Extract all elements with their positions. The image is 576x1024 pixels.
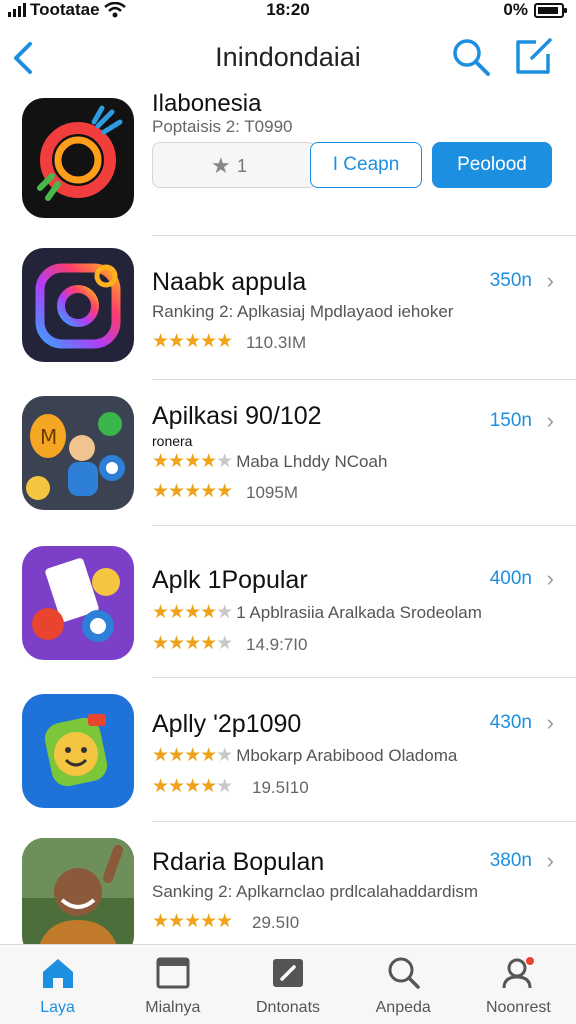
chevron-right-icon: › [546, 566, 554, 591]
smiley-character-icon [44, 714, 108, 787]
chevron-right-icon: › [546, 268, 554, 293]
rating-text: Mbokarp Arabibood Oladoma [236, 746, 458, 765]
app-price[interactable]: 380n [490, 850, 532, 872]
chevron-right-icon: › [546, 710, 554, 735]
app-name: Rdaria Bopulan [152, 848, 325, 876]
compose-icon[interactable] [512, 34, 556, 78]
list-item[interactable]: Aplly '2p1090 ★★★★★ Mbokarp Arabibood Ola… [0, 678, 576, 822]
rating-text: Maba Lhddy NCoah [236, 452, 388, 471]
app-icon [22, 838, 134, 944]
person-photo-icon [22, 838, 134, 944]
featured-app-icon[interactable] [22, 98, 134, 218]
tab-mialnya[interactable]: Mialnya [115, 945, 230, 1024]
download-button[interactable]: Peolood [432, 142, 552, 188]
tab-label: Mialnya [145, 999, 201, 1016]
chevron-right-icon: › [546, 408, 554, 433]
app-price[interactable]: 400n [490, 568, 532, 590]
rating-box[interactable]: ★ 1 [152, 142, 316, 188]
page-title: Inindondaiai [215, 42, 361, 72]
window-icon [156, 957, 190, 989]
rating-stars: ★★★★★ Maba Lhddy NCoah [152, 451, 388, 472]
home-icon [42, 959, 73, 988]
ring-logo-icon [37, 105, 123, 201]
person-icon [502, 957, 535, 989]
app-price[interactable]: 350n [490, 270, 532, 292]
tab-bar: Laya Mialnya Dntonats Anpeda Noonrest [0, 944, 576, 1024]
app-icon: M [22, 396, 134, 510]
app-subtitle: Ranking 2: Aplkasiaj Mpdlayaod iehoker [152, 302, 454, 321]
rating-stars: ★★★★★ [152, 481, 233, 502]
status-time: 18:20 [266, 0, 310, 19]
app-size: 1095M [246, 483, 298, 502]
battery-percent: 0% [503, 0, 528, 19]
chevron-right-icon: › [546, 848, 554, 873]
back-chevron-icon[interactable] [8, 38, 38, 78]
app-name: Apilkasi 90/102 [152, 402, 322, 430]
search-icon [388, 957, 420, 989]
rating-stars: ★★★★★ 1 Apblrasiia Aralkada Srodeolam [152, 602, 482, 623]
camera-logo-icon [35, 263, 121, 349]
app-size: 110.3IM [246, 333, 307, 352]
search-icon[interactable] [450, 36, 492, 78]
app-size: 19.5I10 [252, 778, 309, 797]
tab-laya[interactable]: Laya [0, 945, 115, 1024]
emoji-cards-icon [32, 558, 120, 642]
tab-label: Dntonats [255, 999, 321, 1016]
rating-stars: ★★★★★ [152, 776, 233, 797]
app-name: Aplly '2p1090 [152, 710, 302, 738]
tab-label: Laya [40, 999, 75, 1016]
rating-value: 1 [237, 156, 248, 176]
tab-label: Anpeda [375, 999, 431, 1016]
svg-text:M: M [40, 425, 57, 449]
tab-label: Noonrest [485, 999, 551, 1016]
list-item[interactable]: Rdaria Bopulan Sanking 2: Aplkarnclao pr… [0, 822, 576, 944]
navigation-bar: Inindondaiai [0, 30, 576, 86]
pencil-square-icon [273, 959, 303, 987]
app-subtitle: Sanking 2: Aplkarnclao prdlcalahaddardis… [152, 882, 479, 901]
chat-people-icon: M [26, 412, 125, 500]
tab-anpeda[interactable]: Anpeda [346, 945, 461, 1024]
rating-stars: ★★★★★ [152, 331, 233, 352]
star-icon: ★ [211, 153, 231, 178]
app-icon [22, 546, 134, 660]
app-icon [22, 694, 134, 808]
notification-dot [526, 957, 535, 965]
app-size: 29.5I0 [252, 913, 300, 932]
rating-text: 1 Apblrasiia Aralkada Srodeolam [236, 603, 482, 622]
app-icon [22, 248, 134, 362]
status-right: 0% [503, 0, 567, 20]
tab-dntonats[interactable]: Dntonats [230, 945, 345, 1024]
rating-stars: ★★★★★ Mbokarp Arabibood Oladoma [152, 745, 458, 766]
featured-app-name: Ilabonesia [152, 90, 262, 117]
featured-app: Ilabonesia Poptaisis 2: T0990 ★ 1 I Ceap… [0, 86, 576, 236]
featured-app-subtitle: Poptaisis 2: T0990 [152, 117, 293, 136]
rating-stars: ★★★★★ [152, 911, 233, 932]
list-item[interactable]: Naabk appula Ranking 2: Aplkasiaj Mpdlay… [0, 236, 576, 380]
list-item[interactable]: Aplk 1Popular ★★★★★ 1 Apblrasiia Aralkada… [0, 526, 576, 678]
app-price[interactable]: 150n [490, 410, 532, 432]
app-size: 14.9:7I0 [246, 635, 308, 654]
rating-stars: ★★★★★ [152, 633, 233, 654]
tab-noonrest[interactable]: Noonrest [461, 945, 576, 1024]
app-tag: ronera [152, 433, 193, 449]
status-bar: Tootatae 18:20 0% [0, 0, 576, 24]
app-name: Naabk appula [152, 268, 307, 296]
list-item[interactable]: M Apilkasi 90/102 ronera ★★★★★ Maba Lhddy… [0, 380, 576, 526]
app-name: Aplk 1Popular [152, 566, 308, 594]
open-button[interactable]: I Ceapn [310, 142, 422, 188]
app-price[interactable]: 430n [490, 712, 532, 734]
battery-icon [534, 2, 567, 18]
